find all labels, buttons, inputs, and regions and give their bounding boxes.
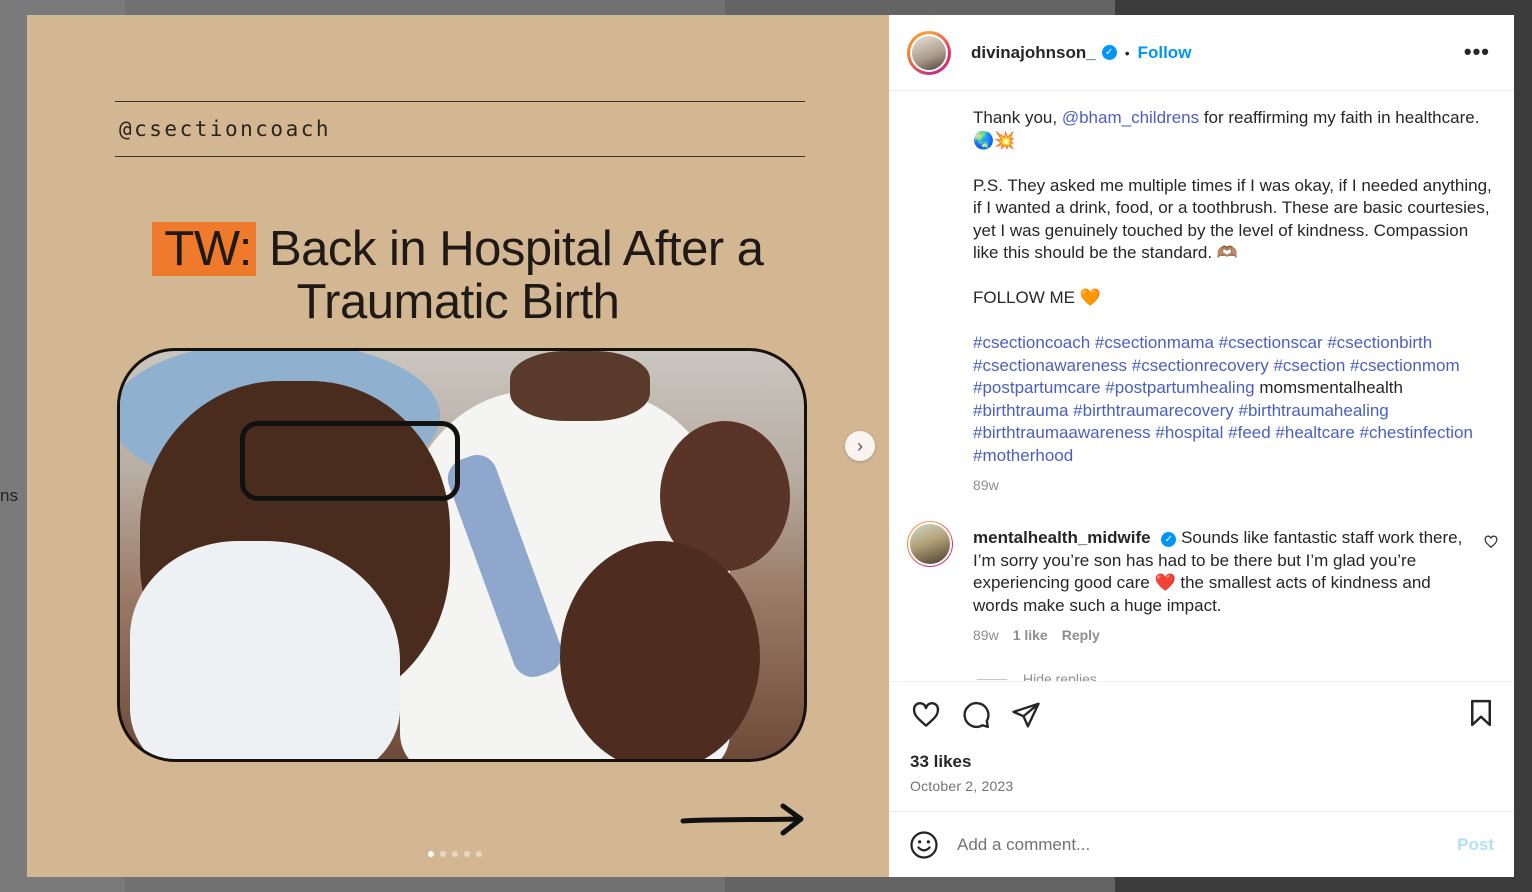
photo-shape <box>240 421 460 501</box>
carousel-dot <box>440 851 446 857</box>
post-timestamp[interactable]: 89w <box>973 477 999 493</box>
media-headline: TW: Back in Hospital After a Traumatic B… <box>27 222 889 329</box>
chevron-right-icon: › <box>857 435 863 456</box>
avatar-image <box>908 522 952 566</box>
carousel-dots <box>428 851 482 857</box>
comment-text-block: mentalhealth_midwife ✓ Sounds like fanta… <box>973 527 1471 617</box>
media-photo <box>117 348 807 762</box>
comment-likes[interactable]: 1 like <box>1013 627 1048 643</box>
post-caption: Thank you, @bham_childrens for reaffirmi… <box>973 107 1493 467</box>
trigger-warning-tag: TW: <box>152 222 256 276</box>
follow-button[interactable]: Follow <box>1138 43 1192 63</box>
photo-shape <box>510 351 650 421</box>
avatar-image <box>912 35 946 70</box>
separator-dot: • <box>1124 44 1130 61</box>
post-side-panel: divinajohnson_ ✓ • Follow ••• Thank you,… <box>889 15 1514 877</box>
divider <box>115 156 805 157</box>
comment-timestamp[interactable]: 89w <box>973 627 999 643</box>
carousel-dot <box>452 851 458 857</box>
post-header: divinajohnson_ ✓ • Follow ••• <box>889 15 1514 91</box>
heart-icon <box>912 702 940 727</box>
bookmark-icon <box>1471 699 1491 727</box>
comment-button[interactable] <box>959 698 993 732</box>
divider <box>115 101 805 102</box>
hide-replies-button[interactable]: Hide replies <box>977 671 1097 681</box>
author-username[interactable]: divinajohnson_ <box>971 43 1096 63</box>
post-actions: 33 likes October 2, 2023 <box>889 681 1514 812</box>
photo-shape <box>560 541 760 759</box>
post-comment-button[interactable]: Post <box>1457 835 1494 855</box>
emoji-icon[interactable] <box>909 830 939 860</box>
verified-badge-icon: ✓ <box>1101 45 1117 60</box>
post-modal: @csectioncoach TW: Back in Hospital Afte… <box>27 15 1514 877</box>
carousel-dot <box>476 851 482 857</box>
post-date: October 2, 2023 <box>910 778 1014 794</box>
arrow-right-icon <box>680 803 804 836</box>
share-button[interactable] <box>1009 698 1043 732</box>
post-media[interactable]: @csectioncoach TW: Back in Hospital Afte… <box>27 15 889 877</box>
hashtag-links[interactable]: #birthtrauma #birthtraumarecovery #birth… <box>973 401 1473 465</box>
comment-meta: 89w 1 like Reply <box>973 627 1100 643</box>
headline-line1: Back in Hospital After a <box>268 222 764 276</box>
headline-line2: Traumatic Birth <box>296 275 620 329</box>
add-comment-bar: Post <box>889 811 1514 877</box>
media-handle-text: @csectioncoach <box>119 117 332 141</box>
caption-follow-me: FOLLOW ME 🧡 <box>973 288 1101 307</box>
carousel-dot <box>464 851 470 857</box>
save-button[interactable] <box>1466 698 1496 733</box>
comment-username[interactable]: mentalhealth_midwife <box>973 528 1151 547</box>
likes-count[interactable]: 33 likes <box>910 752 971 772</box>
commenter-avatar[interactable] <box>907 521 953 567</box>
carousel-dot <box>428 851 434 857</box>
like-comment-heart-icon[interactable] <box>1484 535 1498 549</box>
verified-badge-icon: ✓ <box>1161 532 1177 547</box>
comments-scroll-area[interactable]: Thank you, @bham_childrens for reaffirmi… <box>889 91 1514 681</box>
like-button[interactable] <box>909 698 943 732</box>
author-avatar[interactable] <box>907 30 951 75</box>
caption-text: Thank you, <box>973 108 1062 127</box>
caption-text: momsmentalhealth <box>1254 378 1403 397</box>
caption-ps: P.S. They asked me multiple times if I w… <box>973 175 1492 263</box>
paper-plane-icon <box>1012 702 1040 728</box>
more-options-icon[interactable]: ••• <box>1464 39 1490 65</box>
comment-bubble-icon <box>963 701 990 729</box>
mention-link[interactable]: @bham_childrens <box>1062 108 1199 127</box>
next-slide-button[interactable]: › <box>845 431 875 461</box>
backdrop-text-fragment: ns <box>0 486 18 505</box>
comment-input[interactable] <box>955 833 1458 856</box>
reply-button[interactable]: Reply <box>1062 627 1100 643</box>
